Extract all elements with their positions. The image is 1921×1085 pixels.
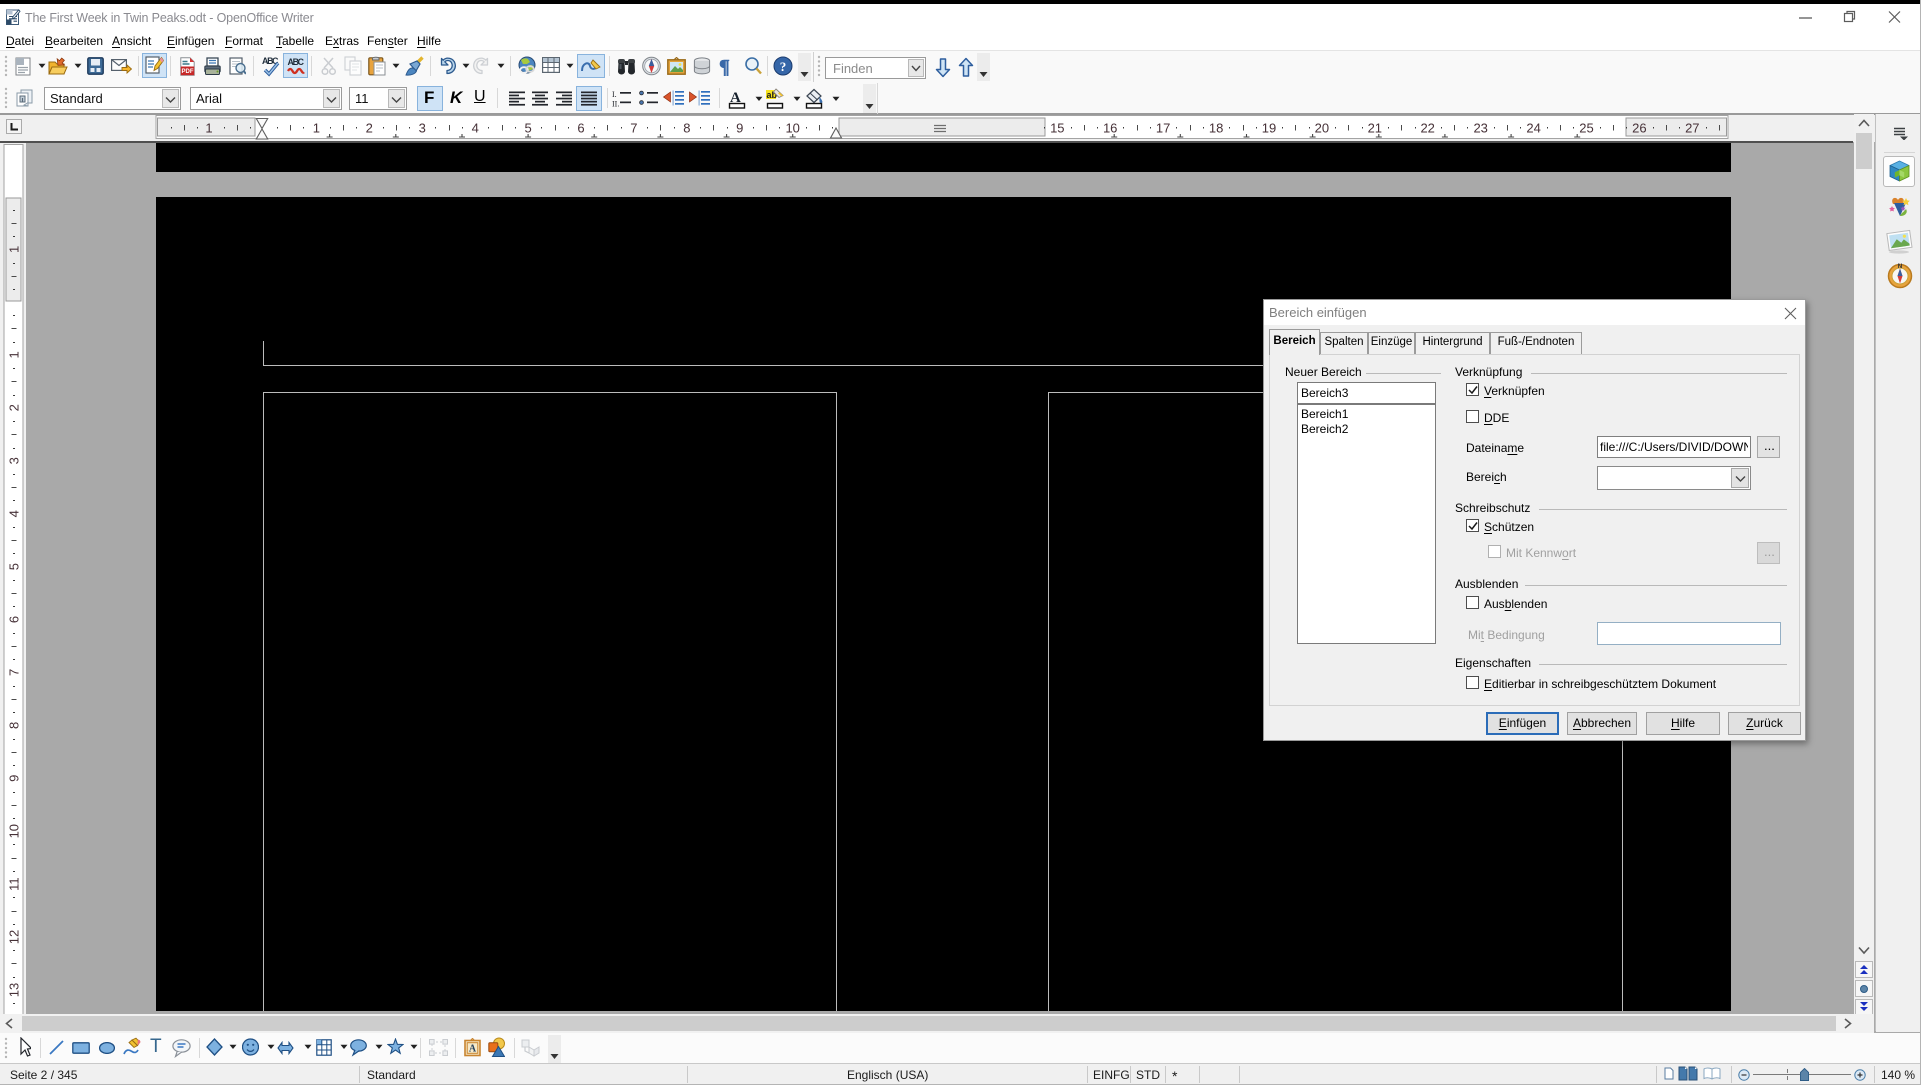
svg-text:22: 22 [1420,121,1434,136]
svg-text:3: 3 [419,121,426,136]
svg-text:7: 7 [7,669,22,676]
svg-text:3: 3 [7,457,22,464]
svg-text:16: 16 [1103,121,1117,136]
svg-text:27: 27 [1685,121,1699,136]
svg-text:1: 1 [7,351,22,358]
svg-text:13: 13 [7,983,22,997]
svg-text:12: 12 [7,930,22,944]
svg-text:1: 1 [7,246,22,253]
svg-text:9: 9 [7,775,22,782]
svg-text:18: 18 [1209,121,1223,136]
svg-text:4: 4 [472,121,479,136]
svg-text:26: 26 [1632,121,1646,136]
svg-text:6: 6 [7,616,22,623]
svg-text:10: 10 [785,121,799,136]
svg-text:8: 8 [683,121,690,136]
svg-text:20: 20 [1315,121,1329,136]
svg-text:17: 17 [1156,121,1170,136]
svg-text:6: 6 [577,121,584,136]
svg-text:24: 24 [1526,121,1540,136]
svg-text:25: 25 [1579,121,1593,136]
svg-text:11: 11 [7,877,22,891]
svg-text:5: 5 [524,121,531,136]
svg-text:4: 4 [7,510,22,517]
svg-text:N: N [1898,263,1903,270]
svg-text:15: 15 [1050,121,1064,136]
svg-text:19: 19 [1262,121,1276,136]
svg-text:2: 2 [7,404,22,411]
svg-text:2: 2 [366,121,373,136]
svg-text:23: 23 [1473,121,1487,136]
svg-text:1: 1 [205,121,212,136]
svg-text:A: A [469,1044,477,1055]
svg-text:7: 7 [630,121,637,136]
svg-text:1: 1 [313,121,320,136]
svg-text:10: 10 [7,824,22,838]
svg-text:8: 8 [7,722,22,729]
svg-text:21: 21 [1368,121,1382,136]
svg-text:9: 9 [736,121,743,136]
svg-text:5: 5 [7,563,22,570]
